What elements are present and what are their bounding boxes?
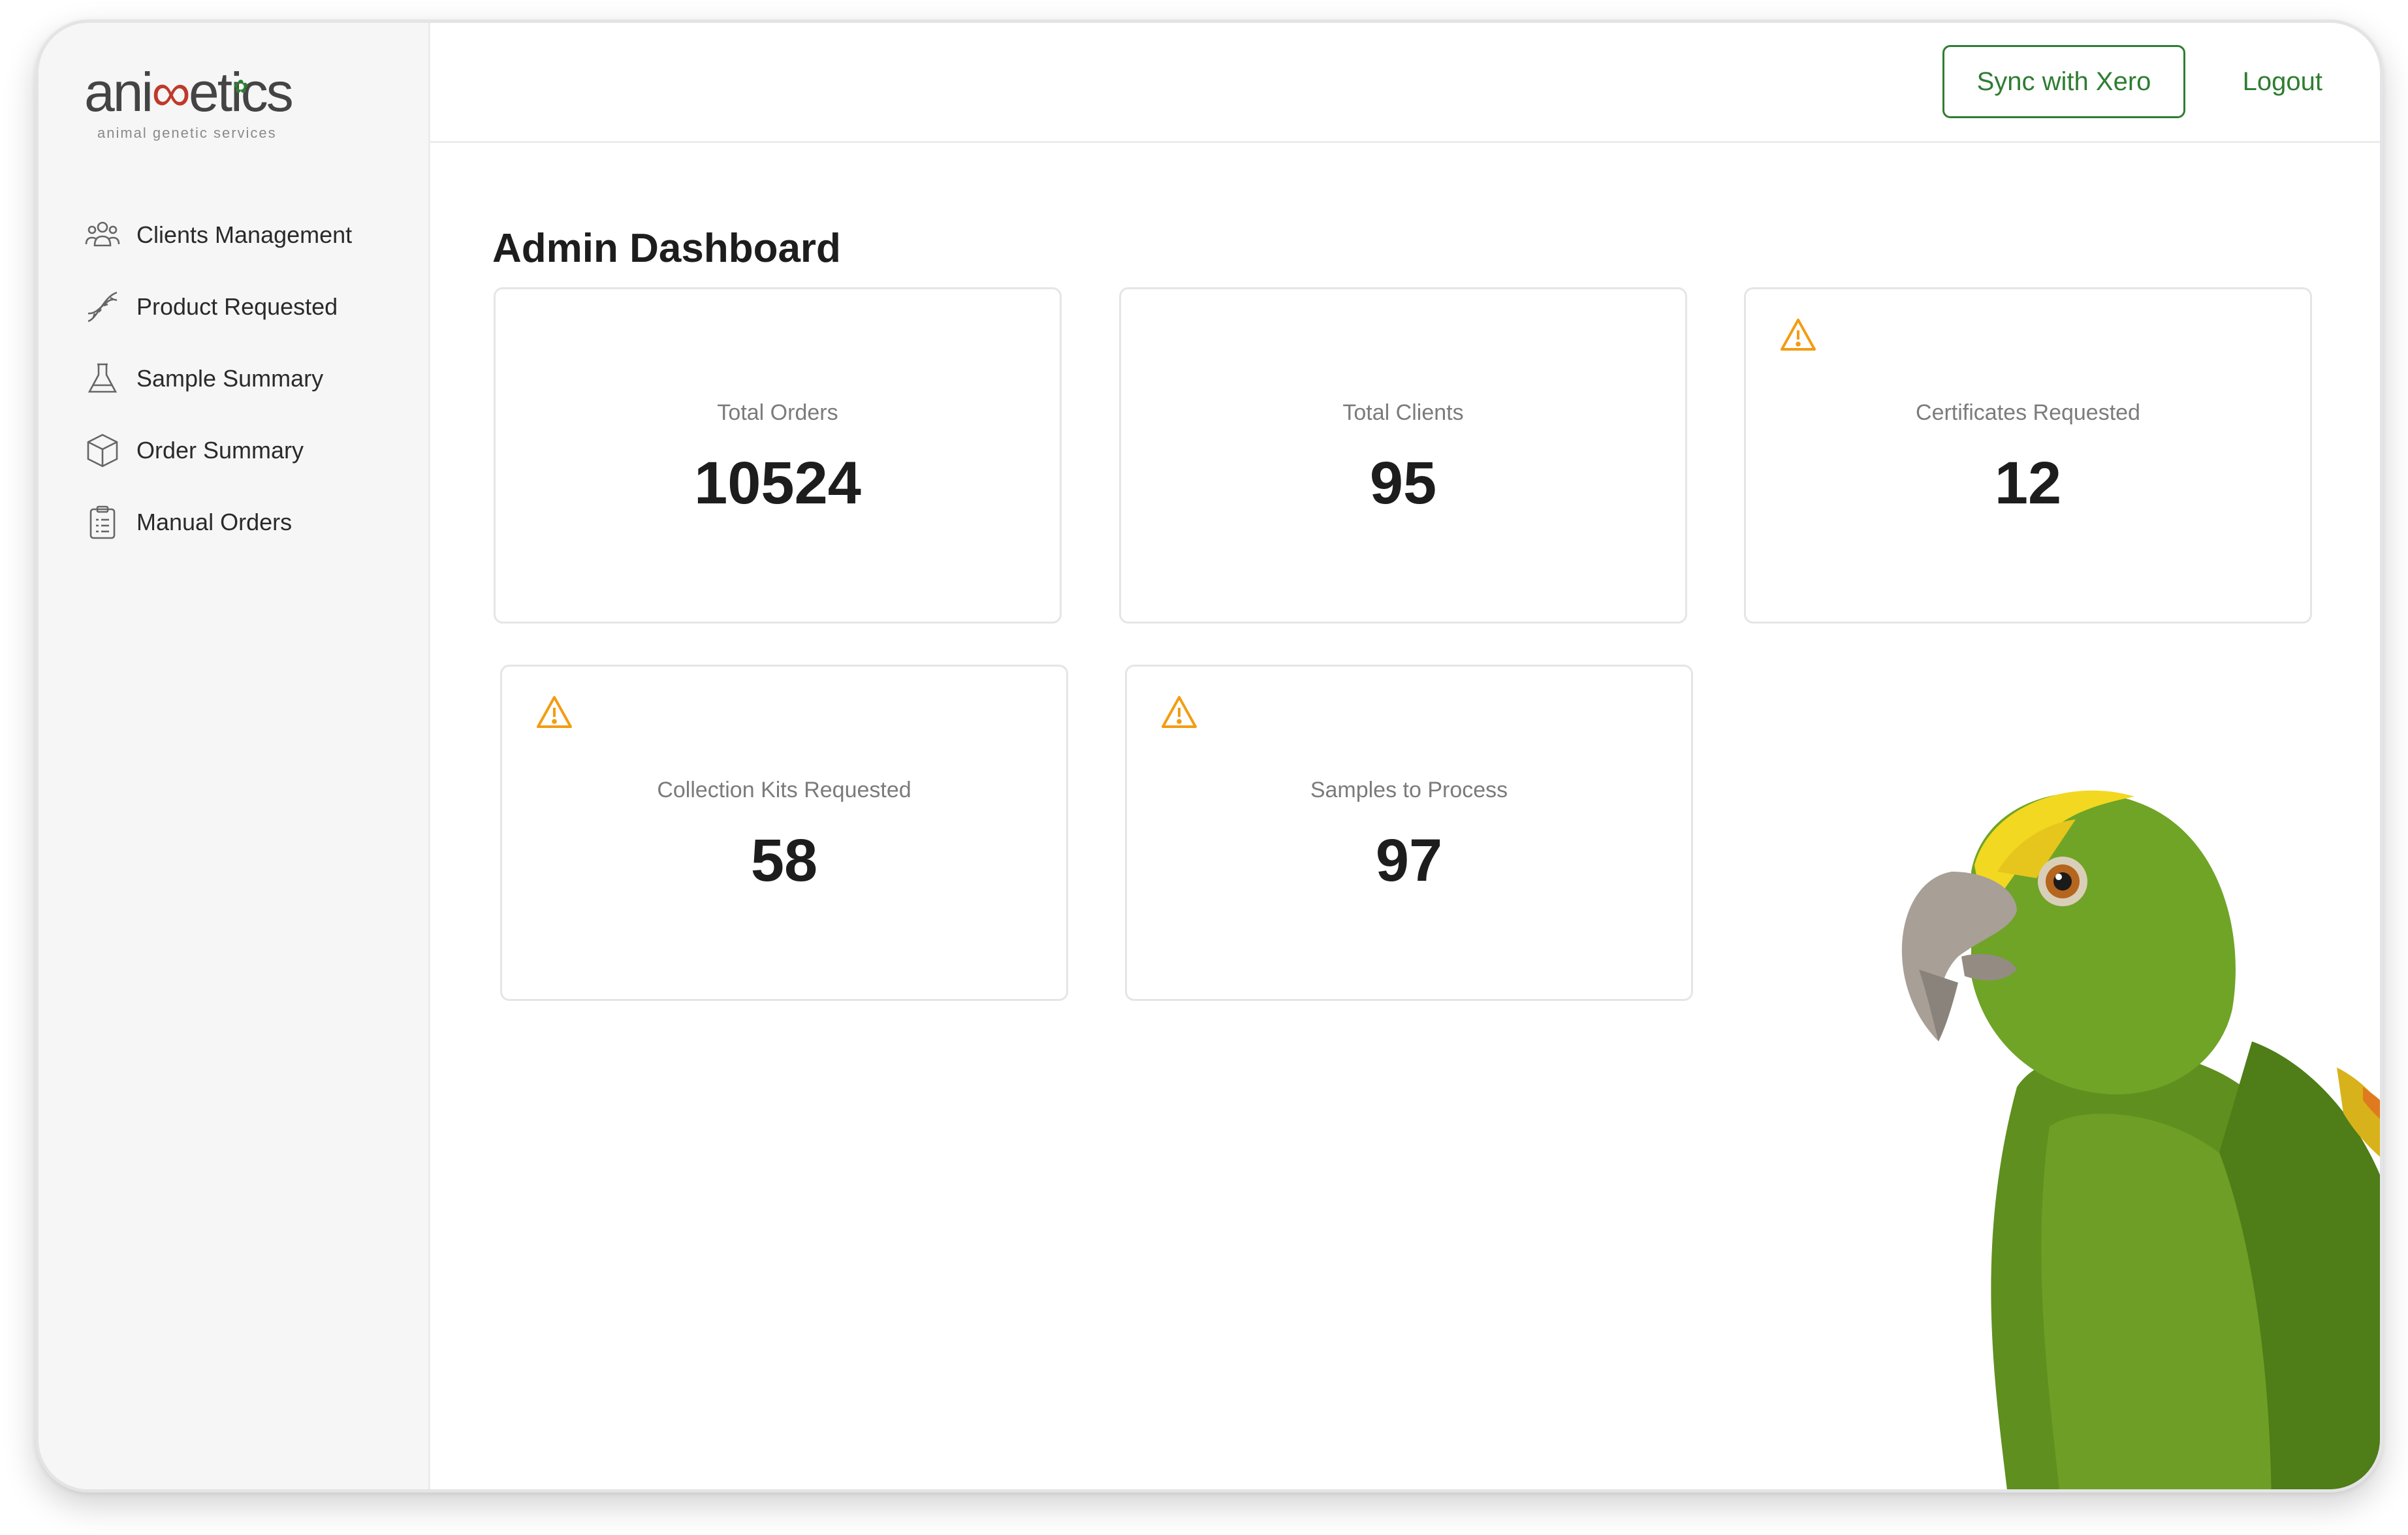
warning-icon xyxy=(535,693,574,732)
stat-card-label: Samples to Process xyxy=(1310,778,1508,802)
stat-card-collection-kits-requested: Collection Kits Requested 58 xyxy=(500,665,1068,1001)
stat-card-certificates-requested: Certificates Requested 12 xyxy=(1744,287,2312,624)
logout-button[interactable]: Logout xyxy=(2243,45,2322,118)
sidebar-item-label: Product Requested xyxy=(136,293,338,320)
sidebar-nav: Clients Management Product Requested Sam… xyxy=(84,199,352,558)
stat-card-total-orders: Total Orders 10524 xyxy=(494,287,1062,624)
stat-card-label: Total Clients xyxy=(1342,400,1464,425)
stat-card-total-clients: Total Clients 95 xyxy=(1119,287,1687,624)
app-window: ani∞etics ✿ animal genetic services Clie… xyxy=(35,20,2383,1493)
logo-tagline: animal genetic services xyxy=(97,125,277,141)
sidebar: ani∞etics ✿ animal genetic services Clie… xyxy=(39,23,430,1489)
sidebar-item-order-summary[interactable]: Order Summary xyxy=(84,415,352,486)
stat-card-value: 10524 xyxy=(694,450,861,516)
sync-with-xero-button[interactable]: Sync with Xero xyxy=(1942,45,2185,118)
sidebar-item-label: Sample Summary xyxy=(136,365,324,392)
box-icon xyxy=(84,432,121,469)
stat-card-label: Certificates Requested xyxy=(1916,400,2140,425)
stat-card-value: 95 xyxy=(1369,450,1437,516)
stat-card-label: Total Orders xyxy=(717,400,838,425)
page-title: Admin Dashboard xyxy=(492,225,841,271)
logo-wordmark: ani∞etics ✿ xyxy=(84,61,294,123)
top-bar: Sync with Xero Logout xyxy=(430,23,2380,143)
users-icon xyxy=(84,217,121,253)
stat-card-label: Collection Kits Requested xyxy=(657,778,911,802)
stat-card-value: 12 xyxy=(1994,450,2062,516)
stat-card-value: 97 xyxy=(1375,827,1443,894)
brand-logo[interactable]: ani∞etics ✿ animal genetic services xyxy=(84,61,300,146)
stat-card-samples-to-process: Samples to Process 97 xyxy=(1125,665,1693,1001)
dna-icon xyxy=(84,289,121,325)
sidebar-item-label: Manual Orders xyxy=(136,509,293,535)
stat-card-value: 58 xyxy=(750,827,818,894)
clipboard-icon xyxy=(84,504,121,541)
sidebar-item-label: Order Summary xyxy=(136,437,304,464)
flask-icon xyxy=(84,360,121,397)
sidebar-item-sample-summary[interactable]: Sample Summary xyxy=(84,343,352,415)
warning-icon xyxy=(1160,693,1199,732)
sidebar-item-clients-management[interactable]: Clients Management xyxy=(84,199,352,271)
sidebar-item-label: Clients Management xyxy=(136,221,353,248)
sidebar-item-product-requested[interactable]: Product Requested xyxy=(84,271,352,343)
parrot-illustration xyxy=(1901,790,2380,1489)
sidebar-item-manual-orders[interactable]: Manual Orders xyxy=(84,486,352,558)
warning-icon xyxy=(1779,315,1818,355)
